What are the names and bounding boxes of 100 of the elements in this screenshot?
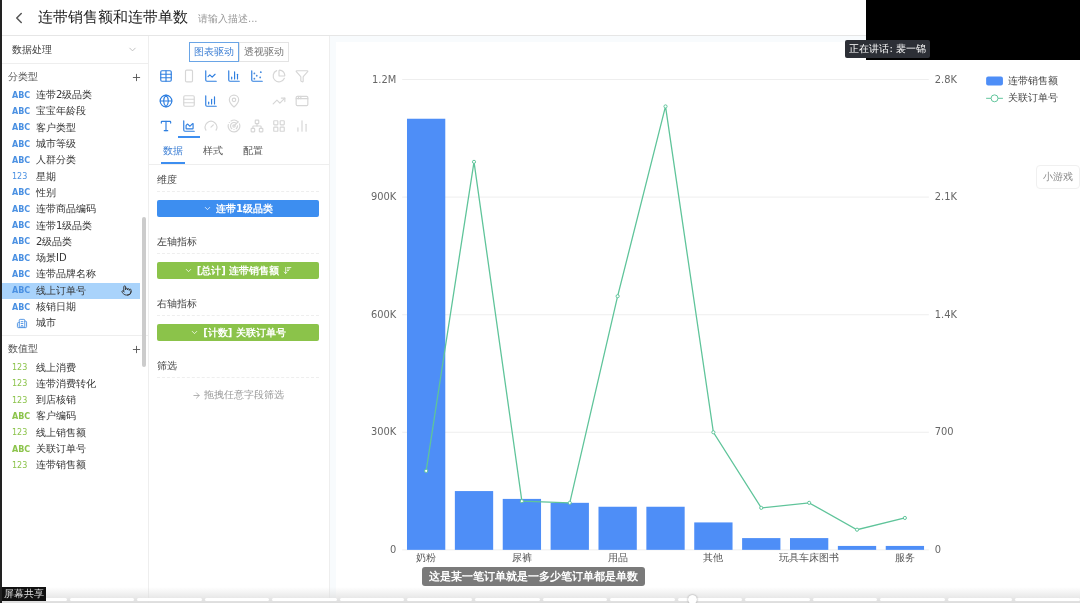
field-label: 城市 [36,316,56,331]
panel-tab[interactable]: 数据 [161,140,185,164]
gauge-icon [204,119,219,133]
type-tag: 123 [12,395,32,405]
type-tag: 123 [12,428,32,438]
axis-label: 1.4K [934,308,957,320]
type-tag: ABC [12,221,32,230]
field-label: 人群分类 [36,153,76,168]
legend-label: 连带销售额 [1007,75,1058,87]
type-tag: ABC [12,204,32,214]
field-label: 到店核销 [36,393,76,408]
category-label: 服务 [894,551,915,563]
field-label: 连带商品编码 [36,202,96,217]
mini-game-button[interactable]: 小游戏 [1036,165,1080,189]
field-label: 星期 [36,169,56,184]
field-item[interactable]: ABC 连带2级品类 [2,87,140,104]
field-item[interactable]: ABC 客户类型 [2,119,140,136]
axis-label: 900K [370,191,397,203]
globe-icon [159,94,174,108]
field-item[interactable]: ABC 线上订单号 [2,282,140,299]
field-item[interactable]: ABC 宝宝年龄段 [2,103,140,120]
field-item[interactable]: 123 线上销售额 [2,424,140,441]
field-item[interactable]: 123 到店核销 [2,392,140,409]
radar-icon [227,119,242,133]
mode-toggle[interactable]: 透视驱动 [239,42,289,62]
type-tag: 123 [12,379,32,389]
scatter-chart-icon [249,69,264,83]
add-icon[interactable] [131,71,142,83]
bar [454,491,494,550]
bar [742,538,781,550]
type-tag: ABC [12,286,32,296]
field-label: 核销日期 [36,300,76,314]
speaker-badge: 正在讲话: 裴一锦 [845,40,930,58]
type-tag: ABC [12,188,32,198]
field-label: 连带销售额 [36,458,86,473]
bar [885,545,925,550]
progress-bar[interactable] [2,587,1080,603]
category-label: 玩具车床图书 [779,551,840,563]
rows-icon [181,94,196,108]
sort-icon [283,266,293,275]
group-title: 数值型 [8,342,38,357]
field-item[interactable]: 城市 [2,315,140,332]
axis-label: 300K [370,426,397,438]
field-item[interactable]: 123 星期 [2,168,140,185]
axis-label: 600K [370,308,397,320]
field-item[interactable]: 123 线上消费 [2,359,140,376]
type-tag: ABC [12,90,32,100]
table-icon [159,69,174,83]
chevron-icon [183,266,193,275]
panel-tab[interactable]: 样式 [201,140,225,164]
field-item[interactable]: ABC 连带商品编码 [2,201,140,218]
axis-label: 2.1K [934,191,957,203]
legend-line-icon [985,94,1004,103]
bar [694,522,733,550]
axis-label: 2.8K [934,73,957,85]
field-item[interactable]: ABC 连带1级品类 [2,217,140,234]
bar-chart-icon [204,94,219,108]
mode-toggle[interactable]: 图表驱动 [189,42,239,62]
funnel-icon [294,69,309,83]
type-tag: 123 [12,460,32,470]
bar [790,538,829,550]
section-title: 筛选 [157,355,319,378]
legend-swatch [986,76,1003,86]
group-title: 分类型 [8,70,38,84]
panel-tab[interactable]: 配置 [241,140,265,164]
field-label: 性别 [36,185,56,200]
section-title: 右轴指标 [157,293,319,316]
field-label: 关联订单号 [36,442,86,457]
field-item[interactable]: ABC 性别 [2,184,140,202]
field-item[interactable]: ABC 核销日期 [2,298,140,316]
type-tag: ABC [12,237,32,247]
field-label: 城市等级 [36,137,76,152]
field-label: 线上订单号 [36,283,86,298]
bar-chart-icon [227,69,242,83]
grid-icon [272,119,287,133]
text-icon [159,119,174,133]
scrollbar[interactable] [142,217,146,367]
field-item[interactable]: ABC 客户编码 [2,408,140,425]
field-item[interactable]: ABC 2级品类 [2,233,140,250]
network-icon [249,119,264,133]
field-item[interactable]: ABC 城市等级 [2,135,140,153]
field-item[interactable]: 123 连带销售额 [2,457,140,474]
map-pin-icon [227,94,242,108]
combo-chart-icon [181,119,196,133]
type-tag: ABC [12,444,32,454]
field-item[interactable]: ABC 场景ID [2,249,140,267]
field-item[interactable]: 123 连带消费转化 [2,375,140,393]
section-title[interactable]: 数据处理 [12,42,52,57]
field-item[interactable]: ABC 连带品牌名称 [2,266,140,283]
legend-label: 关联订单号 [1007,92,1058,104]
bar [598,506,637,550]
bar [646,506,685,550]
chevron-icon [190,328,200,337]
subtitle: 这是某一笔订单就是一多少笔订单都是单数 [422,567,645,586]
field-item[interactable]: ABC 关联订单号 [2,440,140,458]
type-tag: ABC [12,155,32,165]
field-label: 连带消费转化 [36,376,96,391]
field-label: 2级品类 [36,234,73,249]
add-icon[interactable] [131,343,142,355]
field-item[interactable]: ABC 人群分类 [2,152,140,169]
